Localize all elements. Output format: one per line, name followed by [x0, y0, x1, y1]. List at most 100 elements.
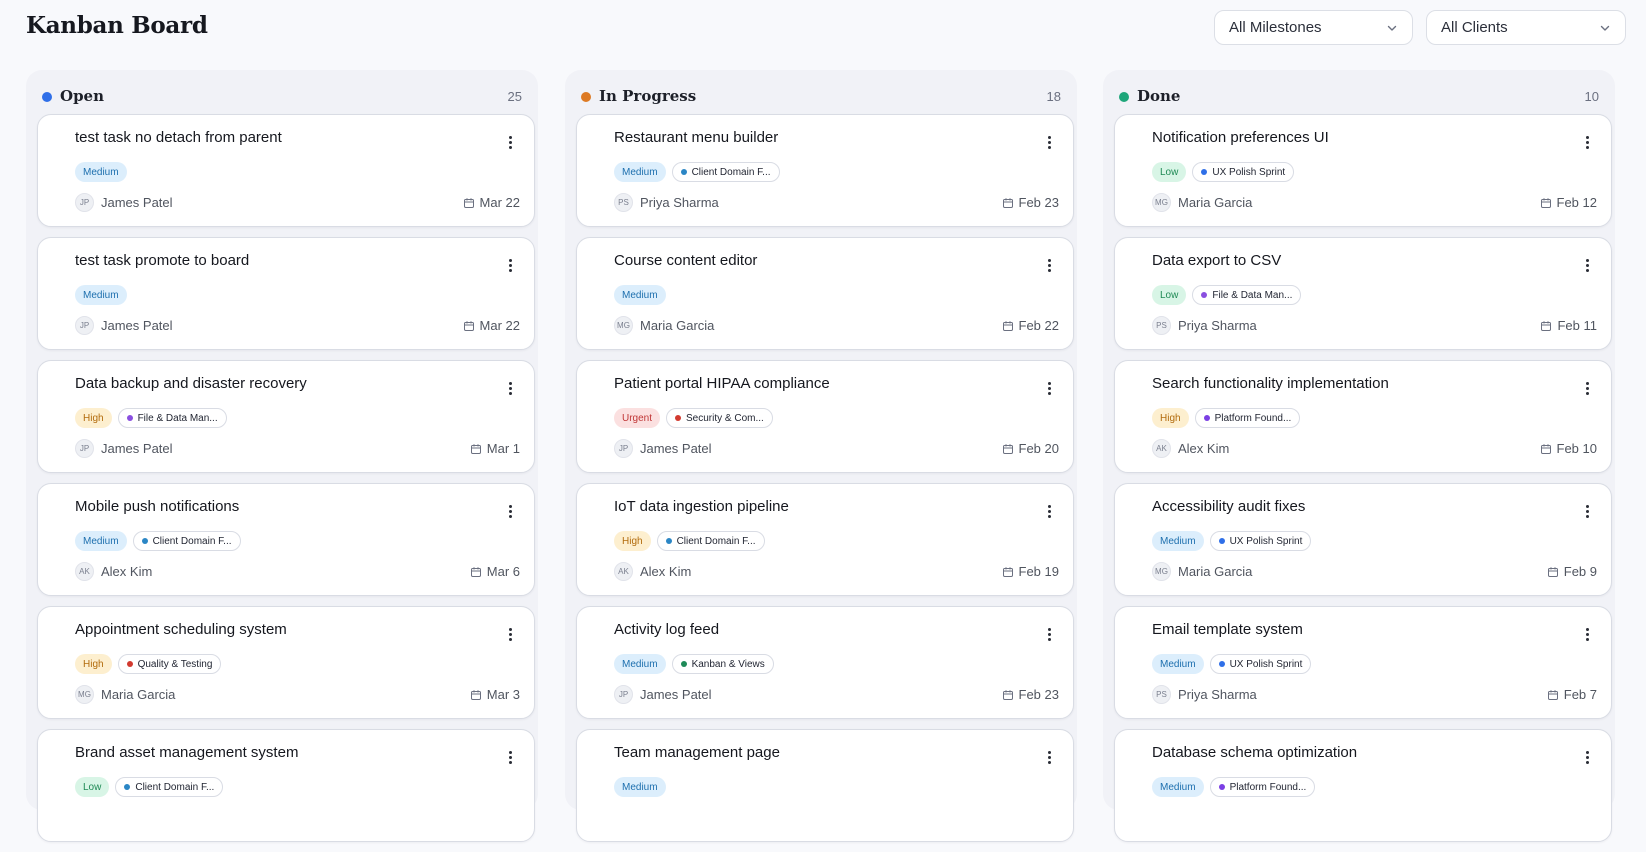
task-card[interactable]: Brand asset management system Low Client … — [37, 729, 535, 842]
priority-badge: Low — [75, 777, 110, 797]
more-vertical-icon[interactable] — [502, 378, 518, 398]
assignee-name: James Patel — [101, 195, 173, 210]
more-vertical-icon[interactable] — [1579, 747, 1595, 767]
task-card[interactable]: Mobile push notifications Medium Client D… — [37, 483, 535, 596]
avatar: PS — [614, 193, 633, 212]
more-vertical-icon[interactable] — [1041, 624, 1057, 644]
client-filter-select[interactable]: All Clients — [1426, 10, 1626, 45]
priority-badge: High — [75, 408, 112, 428]
assignee-name: Maria Garcia — [101, 687, 176, 702]
more-vertical-icon[interactable] — [1041, 255, 1057, 275]
card-list: Notification preferences UI Low UX Polish… — [1114, 114, 1612, 852]
task-card[interactable]: IoT data ingestion pipeline High Client D… — [576, 483, 1074, 596]
task-tags: Low File & Data Man... — [1152, 285, 1302, 305]
task-tags: Low Client Domain F... — [75, 777, 224, 797]
task-card[interactable]: Accessibility audit fixes Medium UX Polis… — [1114, 483, 1612, 596]
chevron-down-icon — [1600, 25, 1610, 31]
assignee: MG Maria Garcia — [1152, 193, 1252, 212]
more-vertical-icon[interactable] — [502, 501, 518, 521]
task-card[interactable]: Data backup and disaster recovery High Fi… — [37, 360, 535, 473]
more-vertical-icon[interactable] — [1041, 501, 1057, 521]
calendar-icon — [1547, 566, 1558, 577]
assignee: JP James Patel — [75, 439, 173, 458]
milestone-label: File & Data Man... — [1212, 289, 1293, 301]
avatar: PS — [1152, 316, 1171, 335]
milestone-label: Kanban & Views — [691, 658, 765, 670]
more-vertical-icon[interactable] — [1041, 378, 1057, 398]
due-date-text: Feb 19 — [1018, 564, 1059, 579]
more-vertical-icon[interactable] — [502, 624, 518, 644]
more-vertical-icon[interactable] — [502, 132, 518, 152]
task-tags: Urgent Security & Com... — [614, 408, 773, 428]
avatar: JP — [75, 193, 94, 212]
priority-badge: High — [1152, 408, 1189, 428]
calendar-icon — [1002, 443, 1013, 454]
more-vertical-icon[interactable] — [1579, 255, 1595, 275]
task-card[interactable]: Database schema optimization Medium Platf… — [1114, 729, 1612, 842]
task-card[interactable]: Patient portal HIPAA compliance Urgent Se… — [576, 360, 1074, 473]
assignee-name: James Patel — [101, 441, 173, 456]
calendar-icon — [1002, 320, 1013, 331]
milestone-tag: UX Polish Sprint — [1192, 162, 1295, 182]
milestone-tag: Kanban & Views — [671, 654, 774, 674]
milestone-label: UX Polish Sprint — [1212, 166, 1286, 178]
calendar-icon — [1541, 320, 1552, 331]
priority-badge: Medium — [75, 162, 127, 182]
more-vertical-icon[interactable] — [502, 747, 518, 767]
task-title: Mobile push notifications — [75, 498, 240, 515]
more-vertical-icon[interactable] — [1041, 747, 1057, 767]
assignee-name: Alex Kim — [1178, 441, 1230, 456]
due-date: Feb 11 — [1540, 318, 1597, 333]
assignee-name: James Patel — [640, 687, 712, 702]
task-card[interactable]: Activity log feed Medium Kanban & Views J… — [576, 606, 1074, 719]
task-card[interactable]: Search functionality implementation High… — [1114, 360, 1612, 473]
milestone-filter-select[interactable]: All Milestones — [1214, 10, 1413, 45]
task-title: Email template system — [1152, 621, 1303, 638]
milestone-tag: File & Data Man... — [1192, 285, 1302, 305]
column-done: Done 10 Notification preferences UI Low U… — [1103, 70, 1615, 842]
priority-badge: Medium — [1152, 531, 1204, 551]
milestone-tag: File & Data Man... — [117, 408, 227, 428]
assignee-name: Priya Sharma — [1178, 687, 1257, 702]
task-card[interactable]: Restaurant menu builder Medium Client Dom… — [576, 114, 1074, 227]
task-card[interactable]: Team management page Medium — [576, 729, 1074, 842]
more-vertical-icon[interactable] — [1579, 378, 1595, 398]
more-vertical-icon[interactable] — [1041, 132, 1057, 152]
priority-badge: Medium — [614, 777, 666, 797]
task-card[interactable]: Data export to CSV Low File & Data Man...… — [1114, 237, 1612, 350]
assignee: MG Maria Garcia — [1152, 562, 1252, 581]
calendar-icon — [1540, 197, 1551, 208]
priority-badge: Medium — [614, 285, 666, 305]
column-title: Open — [60, 87, 105, 105]
milestone-dot — [126, 661, 133, 667]
due-date: Feb 10 — [1540, 441, 1597, 456]
task-tags: Medium Platform Found... — [1152, 777, 1316, 797]
column-count: 18 — [1046, 89, 1061, 104]
more-vertical-icon[interactable] — [1579, 624, 1595, 644]
calendar-icon — [1540, 443, 1551, 454]
task-card[interactable]: Appointment scheduling system High Qualit… — [37, 606, 535, 719]
task-card[interactable]: test task promote to board Medium JP Jam… — [37, 237, 535, 350]
more-vertical-icon[interactable] — [502, 255, 518, 275]
due-date-text: Feb 11 — [1557, 318, 1597, 333]
task-card[interactable]: test task no detach from parent Medium J… — [37, 114, 535, 227]
task-card[interactable]: Notification preferences UI Low UX Polish… — [1114, 114, 1612, 227]
milestone-tag: Quality & Testing — [117, 654, 222, 674]
milestone-dot — [1218, 661, 1225, 667]
more-vertical-icon[interactable] — [1579, 501, 1595, 521]
more-vertical-icon[interactable] — [1579, 132, 1595, 152]
due-date-text: Feb 23 — [1018, 195, 1059, 210]
priority-badge: High — [614, 531, 651, 551]
task-card[interactable]: Email template system Medium UX Polish Sp… — [1114, 606, 1612, 719]
task-title: Restaurant menu builder — [614, 129, 779, 146]
due-date-text: Feb 10 — [1556, 441, 1597, 456]
milestone-dot — [1201, 292, 1208, 298]
priority-badge: Low — [1152, 162, 1187, 182]
milestone-dot — [141, 538, 148, 544]
task-title: Data backup and disaster recovery — [75, 375, 307, 392]
priority-badge: Medium — [1152, 777, 1204, 797]
due-date: Feb 23 — [1002, 687, 1059, 702]
task-card[interactable]: Course content editor Medium MG Maria Ga… — [576, 237, 1074, 350]
task-title: Team management page — [614, 744, 780, 761]
due-date-text: Feb 20 — [1018, 441, 1059, 456]
